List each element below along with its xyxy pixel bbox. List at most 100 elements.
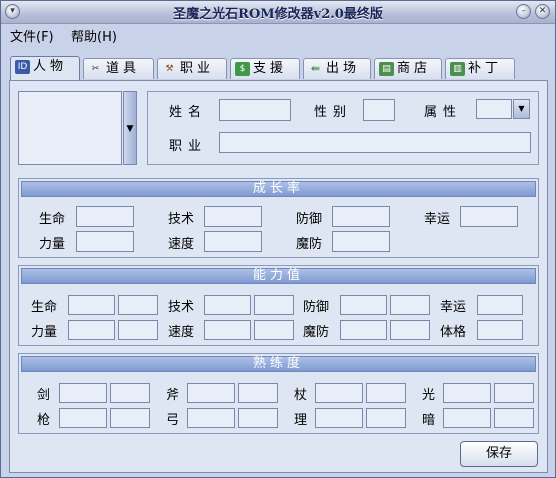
proficiency-lance-rank-field[interactable]	[59, 408, 107, 428]
shop-icon: ▤	[379, 62, 394, 76]
main-window: ▾ 圣魔之光石ROM修改器v2.0最终版 – ✕ 文件(F) 帮助(H) ID …	[0, 0, 556, 478]
proficiency-label-sword: 剑	[37, 388, 51, 403]
name-label: 姓名	[169, 105, 208, 120]
axe-icon: ⚒	[165, 64, 174, 74]
ability-resistance-bonus-field[interactable]	[390, 320, 430, 340]
tab-label: 道具	[106, 61, 141, 76]
tab-label: 支援	[253, 61, 288, 76]
proficiency-staff-rank-field[interactable]	[315, 383, 363, 403]
portrait-dropdown-button[interactable]: ▼	[123, 91, 137, 165]
proficiency-bow-rank-field[interactable]	[187, 408, 235, 428]
tab-strip: ID 人物 ✂ 道具 ⚒ 职业 $ 支援 ⇚ 出场 ▤ 商店 ▥ 补丁	[7, 56, 552, 81]
ability-luck-field[interactable]	[477, 295, 523, 315]
ability-skill-bonus-field[interactable]	[254, 295, 294, 315]
proficiency-light-value-field[interactable]	[494, 383, 534, 403]
proficiency-axe-value-field[interactable]	[238, 383, 278, 403]
attribute-label: 属性	[424, 105, 463, 120]
proficiency-label-axe: 斧	[166, 388, 180, 403]
ability-resistance-base-field[interactable]	[340, 320, 387, 340]
ability-label-defense: 防御	[303, 300, 330, 315]
growth-label-resistance: 魔防	[296, 237, 323, 252]
growth-strength-field[interactable]	[76, 231, 134, 252]
proficiency-dark-value-field[interactable]	[494, 408, 534, 428]
proficiency-label-staff: 杖	[294, 388, 308, 403]
growth-skill-field[interactable]	[204, 206, 262, 227]
tab-deploy[interactable]: ⇚ 出场	[303, 58, 371, 79]
menu-help[interactable]: 帮助(H)	[71, 26, 117, 45]
menu-bar: 文件(F) 帮助(H)	[1, 24, 555, 45]
attribute-select[interactable]	[476, 99, 512, 119]
tab-patch[interactable]: ▥ 补丁	[445, 58, 515, 79]
proficiency-label-lance: 枪	[37, 413, 51, 428]
tab-classes[interactable]: ⚒ 职业	[157, 58, 227, 79]
ability-header: 能力值	[21, 268, 536, 284]
proficiency-axe-rank-field[interactable]	[187, 383, 235, 403]
id-card-icon: ID	[15, 60, 30, 74]
portrait-box	[18, 91, 122, 165]
growth-resistance-field[interactable]	[332, 231, 390, 252]
ability-speed-base-field[interactable]	[204, 320, 251, 340]
growth-label-strength: 力量	[39, 237, 66, 252]
class-field[interactable]	[219, 132, 531, 153]
tab-items[interactable]: ✂ 道具	[83, 58, 154, 79]
growth-hp-field[interactable]	[76, 206, 134, 227]
ability-hp-bonus-field[interactable]	[118, 295, 158, 315]
scissors-icon: ✂	[91, 64, 100, 74]
minimize-button[interactable]: –	[516, 4, 531, 19]
ability-label-speed: 速度	[168, 325, 195, 340]
ability-constitution-field[interactable]	[477, 320, 523, 340]
title-bar: ▾ 圣魔之光石ROM修改器v2.0最终版 – ✕	[1, 1, 555, 24]
proficiency-bow-value-field[interactable]	[238, 408, 278, 428]
growth-luck-field[interactable]	[460, 206, 518, 227]
save-button[interactable]: 保存	[460, 441, 538, 467]
tab-characters[interactable]: ID 人物	[10, 56, 80, 81]
growth-label-defense: 防御	[296, 212, 323, 227]
proficiency-header: 熟练度	[21, 356, 536, 372]
class-label: 职业	[169, 139, 208, 154]
money-icon: $	[235, 62, 250, 76]
growth-defense-field[interactable]	[332, 206, 390, 227]
gender-field[interactable]	[363, 99, 395, 121]
proficiency-sword-rank-field[interactable]	[59, 383, 107, 403]
ability-defense-base-field[interactable]	[340, 295, 387, 315]
ability-defense-bonus-field[interactable]	[390, 295, 430, 315]
proficiency-anima-rank-field[interactable]	[315, 408, 363, 428]
ability-label-skill: 技术	[168, 300, 195, 315]
window-title: 圣魔之光石ROM修改器v2.0最终版	[173, 7, 383, 22]
growth-rate-header: 成长率	[21, 181, 536, 197]
ability-label-strength: 力量	[31, 325, 58, 340]
gender-label: 性别	[314, 105, 353, 120]
proficiency-light-rank-field[interactable]	[443, 383, 491, 403]
menu-file[interactable]: 文件(F)	[10, 26, 54, 45]
proficiency-sword-value-field[interactable]	[110, 383, 150, 403]
tab-support[interactable]: $ 支援	[230, 58, 300, 79]
name-field[interactable]	[219, 99, 291, 121]
tab-shop[interactable]: ▤ 商店	[374, 58, 442, 79]
growth-label-speed: 速度	[168, 237, 195, 252]
arrows-icon: ⇚	[310, 62, 321, 75]
proficiency-lance-value-field[interactable]	[110, 408, 150, 428]
tab-label: 补丁	[468, 61, 503, 76]
growth-label-luck: 幸运	[424, 212, 451, 227]
ability-hp-base-field[interactable]	[68, 295, 115, 315]
patch-icon: ▥	[450, 62, 465, 76]
ability-label-luck: 幸运	[440, 300, 467, 315]
proficiency-dark-rank-field[interactable]	[443, 408, 491, 428]
proficiency-label-bow: 弓	[166, 413, 180, 428]
tab-label: 出场	[326, 61, 361, 76]
ability-strength-bonus-field[interactable]	[118, 320, 158, 340]
growth-label-skill: 技术	[168, 212, 195, 227]
proficiency-label-light: 光	[422, 388, 436, 403]
tab-label: 职业	[180, 61, 215, 76]
close-button[interactable]: ✕	[535, 4, 550, 19]
proficiency-staff-value-field[interactable]	[366, 383, 406, 403]
ability-label-hp: 生命	[31, 300, 58, 315]
attribute-dropdown-button[interactable]: ▼	[513, 99, 530, 119]
growth-label-hp: 生命	[39, 212, 66, 227]
ability-label-constitution: 体格	[440, 325, 467, 340]
ability-strength-base-field[interactable]	[68, 320, 115, 340]
growth-speed-field[interactable]	[204, 231, 262, 252]
ability-speed-bonus-field[interactable]	[254, 320, 294, 340]
proficiency-anima-value-field[interactable]	[366, 408, 406, 428]
ability-skill-base-field[interactable]	[204, 295, 251, 315]
